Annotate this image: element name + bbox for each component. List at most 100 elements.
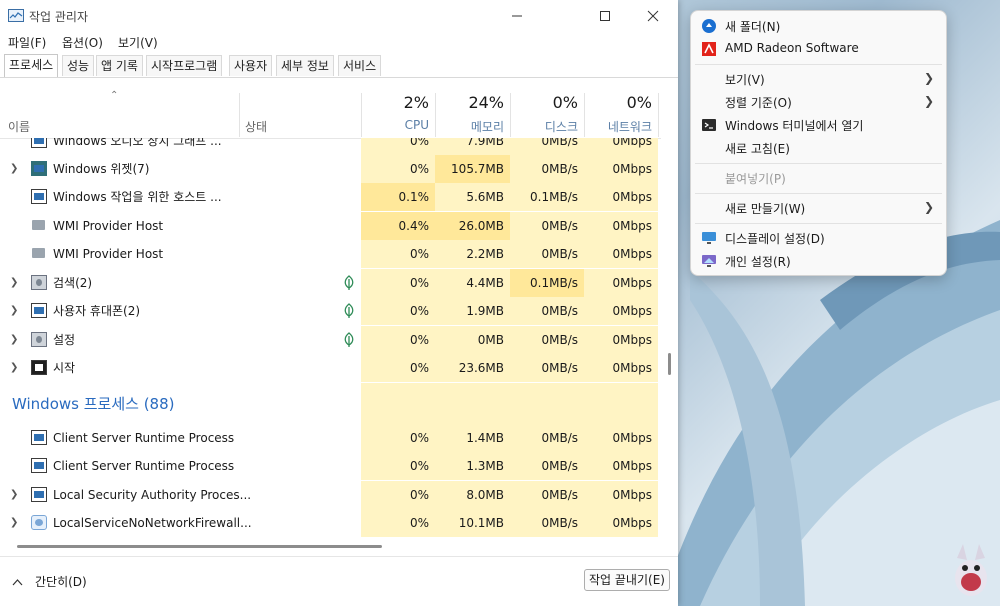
minimize-button[interactable] — [494, 0, 540, 32]
memory-total: 24% — [468, 93, 504, 112]
column-cpu[interactable]: 2% CPU — [361, 93, 435, 132]
network-value: 0Mbps — [584, 354, 658, 382]
table-row[interactable]: ❯ Local Security Authority Proces... 0% … — [0, 481, 660, 509]
title-bar[interactable]: 작업 관리자 — [0, 0, 678, 32]
tab-strip: 프로세스 성능 앱 기록 시작프로그램 사용자 세부 정보 서비스 — [0, 54, 678, 78]
cpu-value: 0% — [361, 354, 435, 382]
menu-view[interactable]: 보기(V) — [118, 34, 158, 51]
end-task-button[interactable]: 작업 끝내기(E) — [584, 569, 670, 591]
table-row[interactable]: ❯ Windows 위젯(7) 0% 105.7MB 0MB/s 0Mbps — [0, 155, 660, 183]
table-row[interactable]: Client Server Runtime Process 0% 1.3MB 0… — [0, 452, 660, 480]
memory-value: 7.9MB — [435, 138, 510, 155]
table-row[interactable]: Client Server Runtime Process 0% 1.4MB 0… — [0, 424, 660, 452]
memory-value: 1.3MB — [435, 452, 510, 480]
network-value: 0Mbps — [584, 297, 658, 325]
menu-item-new[interactable]: 새로 만들기(W) ❯ — [695, 197, 942, 219]
column-disk[interactable]: 0% 디스크 — [510, 93, 584, 135]
cpu-cell — [361, 383, 435, 425]
maximize-icon — [600, 11, 610, 21]
table-row[interactable]: WMI Provider Host 0.4% 26.0MB 0MB/s 0Mbp… — [0, 212, 660, 240]
settings-icon — [31, 332, 47, 347]
table-row[interactable]: Windows 작업을 위한 호스트 ... 0.1% 5.6MB 0.1MB/… — [0, 183, 660, 211]
menu-file[interactable]: 파일(F) — [8, 34, 46, 51]
app-icon — [31, 430, 47, 445]
network-value: 0Mbps — [584, 452, 658, 480]
process-name: Client Server Runtime Process — [53, 459, 235, 473]
menu-item-new-folder[interactable]: 새 폴더(N) — [695, 15, 942, 37]
menu-item-label: 새 폴더(N) — [725, 20, 781, 34]
column-network[interactable]: 0% 네트워크 — [584, 93, 658, 135]
table-row[interactable]: WMI Provider Host 0% 2.2MB 0MB/s 0Mbps — [0, 240, 660, 268]
expand-chevron-icon[interactable]: ❯ — [10, 517, 18, 528]
process-name: 사용자 휴대폰(2) — [53, 304, 141, 318]
table-row[interactable]: ❯ 시작 0% 23.6MB 0MB/s 0Mbps — [0, 354, 660, 382]
sort-up-icon: ⌃ — [110, 90, 119, 101]
network-value: 0Mbps — [584, 212, 658, 240]
tab-startup[interactable]: 시작프로그램 — [146, 55, 223, 76]
column-name[interactable]: 이름 — [8, 118, 30, 135]
memory-value: 2.2MB — [435, 240, 510, 268]
table-row[interactable]: Windows 오디오 장치 그래프 ... 0% 7.9MB 0MB/s 0M… — [0, 138, 660, 155]
cpu-value: 0% — [361, 481, 435, 509]
disk-value: 0MB/s — [510, 424, 584, 452]
memory-value: 23.6MB — [435, 354, 510, 382]
menu-item-personalize[interactable]: 개인 설정(R) — [695, 250, 942, 272]
display-icon — [702, 232, 716, 244]
menu-item-amd-radeon[interactable]: AMD Radeon Software — [695, 38, 942, 60]
column-divider[interactable] — [658, 93, 659, 137]
group-header[interactable]: Windows 프로세스 (88) — [0, 383, 660, 425]
expand-chevron-icon[interactable]: ❯ — [10, 489, 18, 500]
menu-item-label: 새로 고침(E) — [725, 142, 790, 156]
cpu-value: 0% — [361, 269, 435, 297]
disk-value: 0MB/s — [510, 452, 584, 480]
cpu-value: 0% — [361, 424, 435, 452]
menu-separator — [695, 223, 942, 224]
tab-performance[interactable]: 성능 — [62, 55, 95, 76]
menu-separator — [695, 163, 942, 164]
menu-item-paste: 붙여넣기(P) — [695, 167, 942, 189]
expand-chevron-icon[interactable]: ❯ — [10, 362, 18, 373]
terminal-icon — [702, 119, 716, 131]
network-value: 0Mbps — [584, 240, 658, 268]
cpu-value: 0% — [361, 509, 435, 537]
maximize-button[interactable] — [582, 0, 628, 32]
table-row[interactable]: ❯ 사용자 휴대폰(2) 0% 1.9MB 0MB/s 0Mbps — [0, 297, 660, 325]
memory-label: 메모리 — [470, 120, 504, 134]
menu-item-display-settings[interactable]: 디스플레이 설정(D) — [695, 227, 942, 249]
menu-options[interactable]: 옵션(O) — [62, 34, 103, 51]
tab-app-history[interactable]: 앱 기록 — [96, 55, 143, 76]
expand-chevron-icon[interactable]: ❯ — [10, 334, 18, 345]
column-divider[interactable] — [239, 93, 240, 137]
menu-item-refresh[interactable]: 새로 고침(E) — [695, 137, 942, 159]
vertical-scrollbar[interactable] — [661, 138, 678, 539]
process-name: Local Security Authority Proces... — [53, 488, 252, 502]
column-status[interactable]: 상태 — [245, 118, 267, 135]
column-header: ⌃ 이름 상태 2% CPU 24% 메모리 0% 디스크 0% 네트워크 — [0, 77, 678, 139]
tab-processes[interactable]: 프로세스 — [4, 54, 59, 77]
menu-item-sort-by[interactable]: 정렬 기준(O) ❯ — [695, 91, 942, 113]
table-row[interactable]: ❯ LocalServiceNoNetworkFirewall... 0% 10… — [0, 509, 660, 537]
menu-item-view[interactable]: 보기(V) ❯ — [695, 68, 942, 90]
vertical-scroll-thumb[interactable] — [668, 353, 671, 375]
tab-users[interactable]: 사용자 — [229, 55, 273, 76]
menu-item-open-terminal[interactable]: Windows 터미널에서 열기 — [695, 114, 942, 136]
fewer-details-button[interactable]: 간단히(D) — [12, 573, 87, 590]
table-row[interactable]: ❯ 검색(2) 0% 4.4MB 0.1MB/s 0Mbps — [0, 269, 660, 297]
horizontal-scrollbar[interactable] — [0, 540, 660, 552]
column-memory[interactable]: 24% 메모리 — [435, 93, 510, 135]
horizontal-scroll-thumb[interactable] — [17, 545, 382, 548]
close-button[interactable] — [630, 0, 676, 32]
expand-chevron-icon[interactable]: ❯ — [10, 305, 18, 316]
tab-services[interactable]: 서비스 — [338, 55, 382, 76]
process-name: Windows 작업을 위한 호스트 ... — [53, 190, 222, 204]
process-name: Windows 위젯(7) — [53, 162, 150, 176]
expand-chevron-icon[interactable]: ❯ — [10, 163, 18, 174]
service-gear-icon — [31, 515, 47, 530]
tab-details[interactable]: 세부 정보 — [276, 55, 334, 76]
table-row[interactable]: ❯ 설정 0% 0MB 0MB/s 0Mbps — [0, 326, 660, 354]
disk-value: 0MB/s — [510, 212, 584, 240]
expand-chevron-icon[interactable]: ❯ — [10, 277, 18, 288]
disk-value: 0MB/s — [510, 138, 584, 155]
cpu-value: 0% — [361, 452, 435, 480]
mascot-sticker-icon — [955, 544, 987, 596]
